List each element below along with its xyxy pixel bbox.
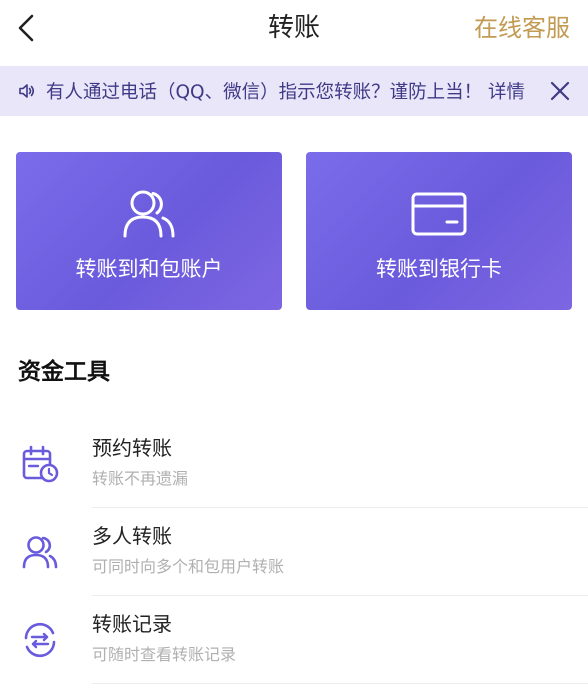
chevron-left-icon bbox=[18, 14, 34, 42]
calendar-clock-icon bbox=[22, 445, 59, 483]
tool-transfer-records[interactable]: 转账记录 可随时查看转账记录 bbox=[0, 596, 588, 684]
notice-text[interactable]: 有人通过电话（QQ、微信）指示您转账？谨防上当！ 详情 bbox=[46, 78, 560, 104]
card-label: 转账到和包账户 bbox=[75, 257, 223, 281]
notice-fade bbox=[518, 66, 540, 116]
fraud-notice-banner: 有人通过电话（QQ、微信）指示您转账？谨防上当！ 详情 bbox=[0, 66, 588, 116]
tool-name: 多人转账 bbox=[92, 524, 172, 548]
fund-tools-heading: 资金工具 bbox=[18, 359, 110, 385]
notice-close-button[interactable] bbox=[548, 79, 572, 103]
tool-description: 可随时查看转账记录 bbox=[92, 645, 237, 664]
top-bar: 转账 在线客服 bbox=[0, 0, 588, 62]
back-button[interactable] bbox=[12, 12, 42, 44]
tool-name: 预约转账 bbox=[92, 436, 172, 460]
users-icon bbox=[22, 536, 58, 569]
transfer-to-hebao-account-card[interactable]: 转账到和包账户 bbox=[16, 152, 282, 310]
users-icon bbox=[123, 190, 175, 238]
close-icon bbox=[550, 81, 570, 101]
transfer-cards: 转账到和包账户 转账到银行卡 bbox=[16, 152, 572, 310]
bank-card-icon bbox=[411, 192, 467, 236]
tool-name: 转账记录 bbox=[92, 612, 172, 636]
tool-scheduled-transfer[interactable]: 预约转账 转账不再遗漏 bbox=[0, 420, 588, 508]
transfer-arrows-icon bbox=[24, 622, 56, 658]
speaker-icon bbox=[19, 84, 35, 98]
online-service-link[interactable]: 在线客服 bbox=[474, 10, 570, 46]
transfer-to-bank-card-card[interactable]: 转账到银行卡 bbox=[306, 152, 572, 310]
card-label: 转账到银行卡 bbox=[376, 257, 502, 281]
tool-description: 可同时向多个和包用户转账 bbox=[92, 557, 285, 576]
tool-multi-person-transfer[interactable]: 多人转账 可同时向多个和包用户转账 bbox=[0, 508, 588, 596]
tool-description: 转账不再遗漏 bbox=[92, 469, 189, 488]
